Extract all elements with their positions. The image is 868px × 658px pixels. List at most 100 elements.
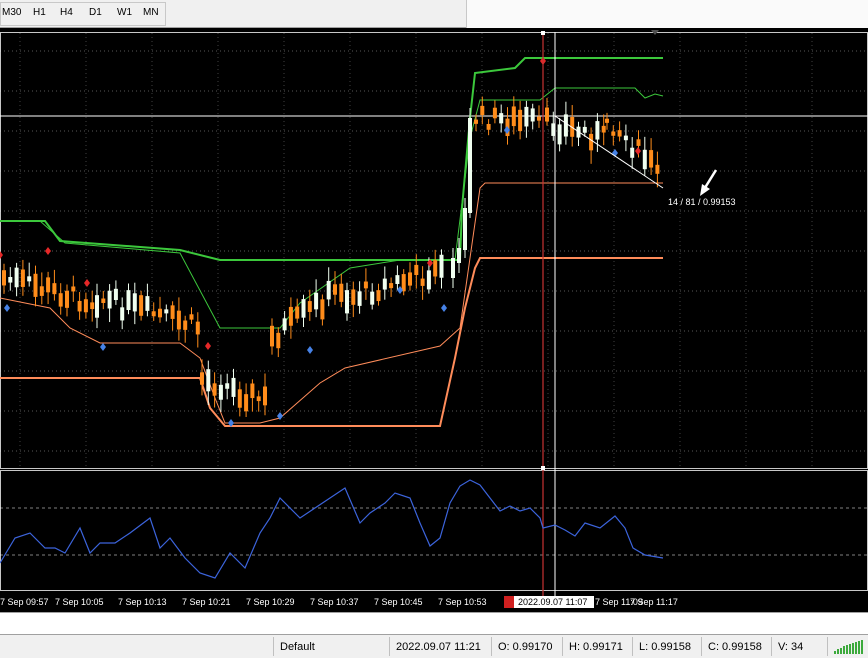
time-axis-label: 7 Sep 10:45 <box>374 597 423 607</box>
time-axis-label: 7 Sep 10:21 <box>182 597 231 607</box>
candle-body <box>389 283 394 289</box>
buy-signal-icon <box>307 346 313 354</box>
candle-body <box>263 386 267 406</box>
candle-body <box>511 106 516 127</box>
status-separator <box>632 637 633 656</box>
candle-body <box>474 119 478 124</box>
marker-handle-top <box>541 31 545 35</box>
time-axis-label: 7 Sep 10:37 <box>310 597 359 607</box>
candle-body <box>195 321 200 335</box>
buy-signal-icon <box>100 343 106 351</box>
candle-body <box>530 108 535 122</box>
candle-body <box>120 307 125 321</box>
toolbar-empty-area <box>466 0 868 28</box>
candle-body <box>39 286 44 296</box>
candle-body <box>649 150 654 168</box>
timeframe-h1-button[interactable]: H1 <box>33 7 46 18</box>
crosshair-time-label: 2022.09.07 11:07 <box>518 597 587 607</box>
candle-body <box>463 208 467 250</box>
candle-body <box>370 291 375 305</box>
candle-body <box>218 384 223 400</box>
candle-body <box>183 320 188 330</box>
candle-body <box>382 278 387 290</box>
candle-body <box>270 325 274 347</box>
status-profile[interactable]: Default <box>280 641 315 653</box>
time-axis-label: 7 Sep 09:57 <box>0 597 49 607</box>
candle-body <box>595 121 600 140</box>
candle-body <box>345 290 349 314</box>
sell-signal-icon <box>0 251 3 259</box>
timeframe-h4-button[interactable]: H4 <box>60 7 73 18</box>
candle-body <box>395 275 400 284</box>
candle-body <box>363 281 368 289</box>
chart-window[interactable]: 14 / 81 / 0.99153 7 Sep 09:57 7 Sep 10:05 7… <box>0 28 868 612</box>
candle-body <box>617 130 622 137</box>
candle-body <box>545 107 549 122</box>
candle-body <box>20 269 25 287</box>
status-close: C: 0.99158 <box>708 641 762 653</box>
candle-body <box>250 383 255 399</box>
status-separator <box>827 637 828 656</box>
candle-body <box>212 383 217 396</box>
timeframe-button-group: M30 H1 H4 D1 W1 MN <box>0 2 166 26</box>
candle-body <box>101 298 106 303</box>
candle-body <box>426 270 431 290</box>
candle-body <box>320 299 325 320</box>
candle-body <box>77 300 82 312</box>
candle-body <box>244 394 249 412</box>
chart-tabs-bar <box>0 612 868 635</box>
time-axis-label: 7 Sep 10:13 <box>118 597 167 607</box>
candle-body <box>176 310 181 330</box>
candle-body <box>145 296 150 311</box>
lower-inner-channel-line <box>0 182 663 424</box>
candle-body <box>524 106 529 127</box>
candle-body <box>357 291 362 306</box>
candle-body <box>113 288 118 301</box>
candle-body <box>563 114 568 137</box>
candle-body <box>333 284 337 295</box>
candle-body <box>611 131 616 136</box>
candle-body <box>170 305 175 319</box>
timeframe-m30-button[interactable]: M30 <box>2 7 21 18</box>
candle-body <box>206 369 211 392</box>
candle-body <box>537 116 541 121</box>
connection-meter-icon[interactable] <box>834 640 864 654</box>
candle-body <box>499 113 504 124</box>
candle-body <box>107 290 112 309</box>
timeframe-d1-button[interactable]: D1 <box>89 7 102 18</box>
candle-body <box>225 383 230 389</box>
lower-channel-line <box>0 257 663 427</box>
timeframe-mn-button[interactable]: MN <box>143 7 159 18</box>
candle-body <box>433 260 438 277</box>
status-separator <box>562 637 563 656</box>
status-separator <box>389 637 390 656</box>
candle-body <box>439 254 444 278</box>
timeframe-w1-button[interactable]: W1 <box>117 7 132 18</box>
candle-body <box>420 278 425 286</box>
candle-body <box>468 118 472 213</box>
status-open: O: 0.99170 <box>498 641 553 653</box>
candle-body <box>408 272 412 286</box>
candle-body <box>630 147 635 158</box>
candle-body <box>256 396 261 402</box>
upper-inner-channel-line <box>0 87 664 329</box>
status-separator <box>771 637 772 656</box>
status-high: H: 0.99171 <box>569 641 623 653</box>
buy-signal-icon <box>441 304 447 312</box>
candle-body <box>158 308 162 318</box>
price-chart[interactable]: 14 / 81 / 0.99153 7 Sep 09:57 7 Sep 10:05 7… <box>0 28 868 612</box>
candle-body <box>582 126 587 133</box>
candle-body <box>301 299 306 318</box>
candle-body <box>601 125 606 133</box>
candle-body <box>200 372 204 385</box>
candle-body <box>27 276 32 282</box>
candle-body <box>642 149 647 170</box>
candle-body <box>164 309 169 314</box>
marker-handle-bottom <box>541 466 545 470</box>
candle-body <box>492 107 497 119</box>
candle-body <box>636 139 641 146</box>
candle-body <box>58 293 63 307</box>
candle-body <box>288 306 293 326</box>
candle-body <box>14 267 19 288</box>
candle-body <box>282 318 287 331</box>
